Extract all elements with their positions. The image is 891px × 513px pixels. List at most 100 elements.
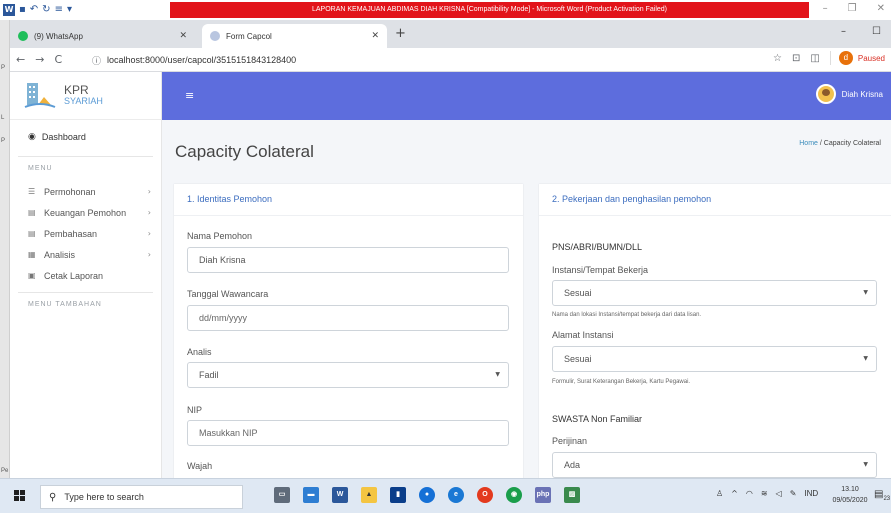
forward-icon[interactable]: → xyxy=(35,53,44,66)
pen-icon[interactable]: ✎ xyxy=(790,489,797,498)
nama-pemohon-input[interactable]: Diah Krisna xyxy=(187,247,509,273)
address-bar[interactable]: ⓘ localhost:8000/user/capcol/35151518431… xyxy=(92,51,772,69)
strip-label: L xyxy=(1,115,5,121)
close-tab-icon[interactable]: ✕ xyxy=(179,31,187,41)
page-title: Capacity Colateral xyxy=(175,142,314,161)
browser-actions: ☆ ⊡ ◫ d Paused xyxy=(773,51,885,65)
screenshot-extension-icon[interactable]: ⊡ xyxy=(792,53,800,64)
breadcrumb-current: Capacity Colateral xyxy=(823,140,881,147)
back-icon[interactable]: ← xyxy=(16,53,25,66)
windows-taskbar: ⚲ Type here to search ▭ ▬ W ▲ ▮ ● e O ◉ … xyxy=(0,478,891,513)
hamburger-menu-icon[interactable]: ≡ xyxy=(185,89,194,102)
clock[interactable]: 13.10 09/05/2020 xyxy=(830,484,870,506)
bookmark-star-icon[interactable]: ☆ xyxy=(773,53,782,64)
sidebar-item-pembahasan[interactable]: ▤ Pembahasan › xyxy=(10,223,161,244)
search-icon: ⚲ xyxy=(49,491,57,503)
bullets-icon[interactable]: ≡ xyxy=(55,3,63,17)
tab-form-capcol[interactable]: Form Capcol ✕ xyxy=(202,24,387,48)
photos-icon[interactable]: ▨ xyxy=(564,487,580,503)
sidebar-item-cetak-laporan[interactable]: ▣ Cetak Laporan xyxy=(10,265,161,286)
alamat-select[interactable]: Sesuai ▼ xyxy=(552,346,877,372)
instansi-select[interactable]: Sesuai ▼ xyxy=(552,280,877,306)
minimize-icon[interactable]: – xyxy=(823,3,828,14)
word-titlebar: W ▪ ↶ ↻ ≡ ▾ LAPORAN KEMAJUAN ABDIMAS DIA… xyxy=(0,0,891,20)
redo-icon[interactable]: ↻ xyxy=(42,3,50,17)
task-view-icon[interactable]: ▭ xyxy=(274,487,290,503)
word-taskbar-icon[interactable]: W xyxy=(332,487,348,503)
new-tab-icon[interactable]: + xyxy=(395,26,406,41)
language-indicator[interactable]: IND xyxy=(804,489,818,498)
user-avatar xyxy=(815,84,836,104)
sidebar-item-dashboard[interactable]: ◉ Dashboard xyxy=(10,120,161,142)
chevron-right-icon: › xyxy=(147,187,151,196)
quick-access-dropdown-icon[interactable]: ▾ xyxy=(67,3,72,17)
main-content: Capacity Colateral Home / Capacity Colat… xyxy=(162,120,891,484)
profile-status: Paused xyxy=(857,53,885,63)
desktop-icon[interactable]: ▬ xyxy=(303,487,319,503)
undo-icon[interactable]: ↶ xyxy=(30,3,38,17)
chevron-right-icon: › xyxy=(147,250,151,259)
instansi-selected-value: Sesuai xyxy=(564,288,592,298)
close-tab-icon[interactable]: ✕ xyxy=(371,31,379,41)
nip-input[interactable]: Masukkan NIP xyxy=(187,420,509,446)
profile-button[interactable]: d Paused xyxy=(829,51,885,65)
profile-avatar: d xyxy=(838,51,853,65)
whatsapp-icon xyxy=(18,31,28,41)
perijinan-select[interactable]: Ada ▼ xyxy=(552,452,877,478)
strip-label: P xyxy=(1,138,6,144)
site-info-icon[interactable]: ⓘ xyxy=(92,54,101,67)
restore-icon[interactable]: ❐ xyxy=(848,3,857,14)
breadcrumb-home-link[interactable]: Home xyxy=(799,140,818,147)
breadcrumb-separator: / xyxy=(819,140,822,147)
people-tray-icon[interactable]: ♙ xyxy=(716,489,723,498)
file-icon[interactable]: ▮ xyxy=(390,487,406,503)
volume-icon[interactable]: ◁ xyxy=(776,489,782,498)
sidebar-item-label: Pembahasan xyxy=(44,228,98,239)
notification-center[interactable]: ▤23 xyxy=(874,489,890,502)
tanggal-wawancara-input[interactable]: dd/mm/yyyy xyxy=(187,305,509,331)
php-icon[interactable]: php xyxy=(535,487,551,503)
maximize-icon[interactable]: ☐ xyxy=(872,26,881,37)
browser-window-controls: – ☐ xyxy=(841,26,881,37)
wajah-label: Wajah xyxy=(187,461,213,471)
wifi-icon[interactable]: ≋ xyxy=(761,489,768,498)
extra-menu-heading: MENU TAMBAHAN xyxy=(28,301,102,308)
grid-icon: ▦ xyxy=(28,250,36,259)
top-navbar: ≡ Diah Krisna xyxy=(162,72,891,120)
people-icon[interactable]: ● xyxy=(419,487,435,503)
minimize-icon[interactable]: – xyxy=(841,26,846,37)
store-icon[interactable]: ▲ xyxy=(361,487,377,503)
sidebar-item-keuangan[interactable]: ▤ Keuangan Pemohon › xyxy=(10,202,161,223)
breadcrumb: Home / Capacity Colateral xyxy=(799,140,881,147)
brand-title: KPR xyxy=(64,82,89,97)
reload-icon[interactable]: C xyxy=(54,53,62,66)
opera-icon[interactable]: O xyxy=(477,487,493,503)
extension-icon[interactable]: ◫ xyxy=(810,53,819,64)
word-app-icon[interactable]: W xyxy=(3,4,15,16)
browser-toolbar: ← → C ⓘ localhost:8000/user/capcol/35151… xyxy=(10,48,891,72)
brand-subtitle: SYARIAH xyxy=(64,95,103,106)
chevron-down-icon: ▼ xyxy=(863,461,868,468)
sidebar-item-analisis[interactable]: ▦ Analisis › xyxy=(10,244,161,265)
edge-icon[interactable]: e xyxy=(448,487,464,503)
table-icon: ▤ xyxy=(28,208,36,217)
word-quick-access: W ▪ ↶ ↻ ≡ ▾ xyxy=(3,3,72,17)
chrome-icon[interactable]: ◉ xyxy=(506,487,522,503)
word-window-title: LAPORAN KEMAJUAN ABDIMAS DIAH KRISNA [Co… xyxy=(170,2,809,18)
windows-start-icon[interactable] xyxy=(14,490,26,502)
network-icon[interactable]: ◠ xyxy=(746,489,753,498)
analis-select[interactable]: Fadil ▼ xyxy=(187,362,509,388)
chevron-down-icon: ▼ xyxy=(495,371,500,378)
sidebar-item-permohonan[interactable]: ☰ Permohonan › xyxy=(10,181,161,202)
tab-whatsapp[interactable]: (9) WhatsApp ✕ xyxy=(10,24,195,48)
sidebar: KPR SYARIAH ◉ Dashboard MENU ☰ Permohona… xyxy=(10,72,162,478)
user-menu[interactable]: Diah Krisna xyxy=(815,84,883,104)
save-icon[interactable]: ▪ xyxy=(19,3,26,17)
taskbar-search-input[interactable]: ⚲ Type here to search xyxy=(40,485,243,509)
close-icon[interactable]: ✕ xyxy=(877,3,885,14)
brand-logo[interactable]: KPR SYARIAH xyxy=(10,72,161,120)
chevron-up-icon[interactable]: ^ xyxy=(731,489,738,498)
dashboard-icon: ◉ xyxy=(28,132,36,142)
identitas-card: 1. Identitas Pemohon Nama Pemohon Diah K… xyxy=(174,184,523,484)
analis-selected-value: Fadil xyxy=(199,370,219,380)
